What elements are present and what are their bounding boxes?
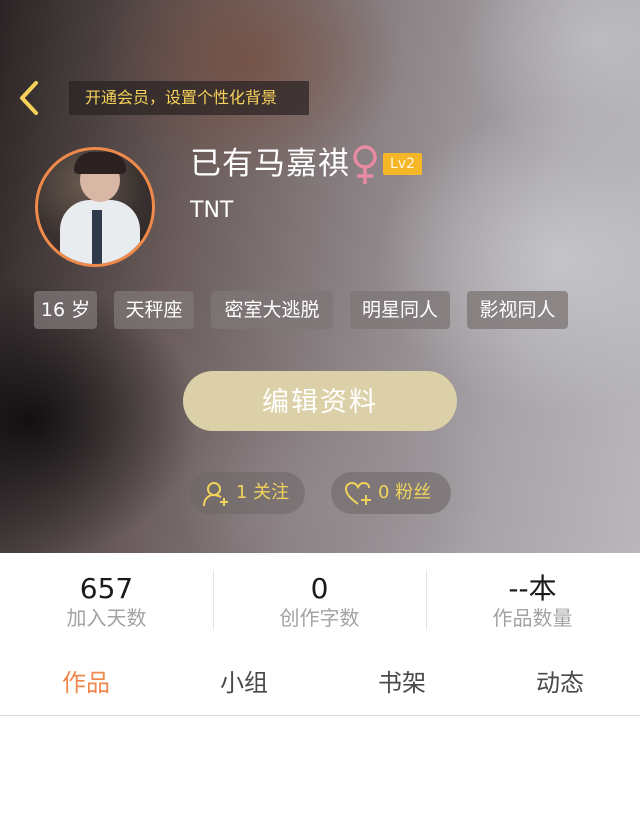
divider — [426, 570, 427, 630]
stats-bar: 657 加入天数 0 创作字数 --本 作品数量 — [0, 553, 640, 641]
female-icon — [353, 145, 377, 184]
tag-zodiac: 天秤座 — [114, 291, 194, 329]
following-count: 1 关注 — [236, 482, 290, 503]
tab-groups[interactable]: 小组 — [184, 652, 304, 714]
stat-label: 加入天数 — [66, 606, 147, 630]
tag-age: 16 岁 — [34, 291, 97, 329]
stat-word-count: 0 创作字数 — [213, 553, 426, 632]
username: 已有马嘉祺 — [190, 146, 350, 182]
user-signature: TNT — [190, 198, 234, 223]
avatar[interactable] — [35, 147, 155, 267]
fans-button[interactable]: 0 粉丝 — [331, 472, 451, 514]
stat-works-count: --本 作品数量 — [426, 553, 639, 632]
stat-join-days: 657 加入天数 — [0, 553, 213, 632]
tab-activity[interactable]: 动态 — [500, 652, 620, 714]
stat-label: 创作字数 — [279, 606, 360, 630]
tab-content — [0, 716, 640, 838]
tab-works[interactable]: 作品 — [26, 652, 146, 714]
divider — [213, 570, 214, 630]
stat-value: 0 — [310, 572, 329, 605]
tab-bookshelf[interactable]: 书架 — [342, 652, 462, 714]
stat-label: 作品数量 — [492, 606, 573, 630]
following-button[interactable]: 1 关注 — [189, 472, 305, 514]
add-user-icon — [203, 482, 228, 507]
fans-count: 0 粉丝 — [378, 482, 432, 503]
tag-interest: 明星同人 — [350, 291, 450, 329]
level-badge: Lv2 — [383, 153, 422, 175]
vip-background-banner[interactable]: 开通会员，设置个性化背景 — [69, 81, 309, 115]
edit-profile-button[interactable]: 编辑资料 — [183, 371, 457, 431]
stat-value: 657 — [79, 572, 134, 605]
tag-interest: 影视同人 — [467, 291, 568, 329]
chevron-left-icon — [20, 81, 38, 115]
tag-interest: 密室大逃脱 — [211, 291, 333, 329]
profile-header: 开通会员，设置个性化背景 已有马嘉祺 Lv2 TNT 16 岁 天秤座 密室大逃… — [0, 0, 640, 553]
tab-bar: 作品 小组 书架 动态 — [0, 652, 640, 714]
stat-value: --本 — [508, 572, 557, 605]
back-button[interactable] — [14, 80, 44, 116]
heart-plus-icon — [345, 481, 371, 505]
